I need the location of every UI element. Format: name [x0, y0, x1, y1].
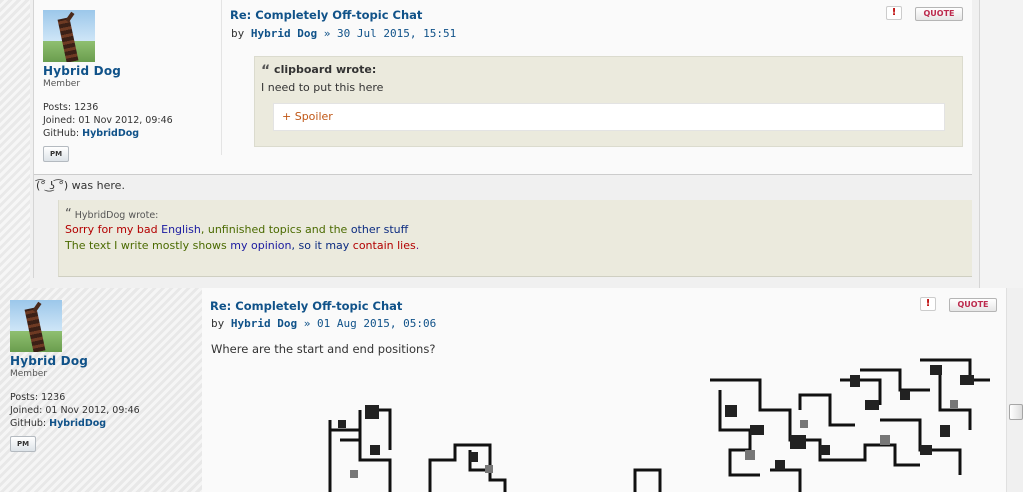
by-label: by: [231, 27, 245, 40]
joined-label: Joined:: [10, 405, 43, 416]
posts-label: Posts:: [43, 102, 72, 113]
quote-block: “ clipboard wrote: I need to put this he…: [254, 56, 963, 147]
post-1-title[interactable]: Re: Completely Off-topic Chat: [230, 8, 422, 22]
meta-separator: »: [303, 317, 311, 330]
profile-info: Posts: 1236 Joined: 01 Nov 2012, 09:46 G…: [10, 391, 140, 430]
posts-count: 1236: [74, 102, 99, 113]
quote-author: clipboard wrote:: [274, 63, 377, 76]
posts-label: Posts:: [10, 392, 39, 403]
quote-header: “ clipboard wrote:: [261, 63, 383, 79]
quote-button[interactable]: QUOTE: [949, 298, 997, 312]
signature-quote-author: HybridDog wrote:: [74, 210, 159, 221]
page-background-left: [0, 0, 30, 288]
quote-button[interactable]: QUOTE: [915, 7, 963, 21]
avatar[interactable]: [10, 300, 62, 352]
github-link[interactable]: HybridDog: [82, 128, 139, 139]
report-icon[interactable]: !: [886, 6, 902, 20]
joined-date: 01 Nov 2012, 09:46: [78, 115, 173, 126]
meta-separator: »: [323, 27, 331, 40]
github-label: GitHub:: [10, 418, 47, 429]
sig-text-part: , unfinished topics and the: [200, 223, 351, 236]
sig-link-english[interactable]: English: [161, 223, 201, 236]
sig-link-lies[interactable]: contain lies: [353, 239, 416, 252]
sig-text-part: , so it may: [291, 239, 353, 252]
quote-mark-icon: “: [261, 63, 271, 79]
profile-username[interactable]: Hybrid Dog: [43, 65, 173, 78]
spoiler-toggle[interactable]: + Spoiler: [273, 103, 945, 131]
post-1-meta: by Hybrid Dog » 30 Jul 2015, 15:51: [231, 27, 456, 40]
scrollbar[interactable]: [1006, 288, 1023, 492]
profile-divider: [221, 0, 222, 155]
pm-button[interactable]: PM: [43, 146, 69, 162]
post-date: 01 Aug 2015, 05:06: [316, 317, 437, 330]
sig-text-part: .: [415, 239, 420, 252]
joined-label: Joined:: [43, 115, 76, 126]
page-background-right: [980, 0, 1023, 288]
profile-info: Posts: 1236 Joined: 01 Nov 2012, 09:46 G…: [43, 101, 173, 140]
avatar[interactable]: [43, 10, 95, 62]
signature-line: (͡° ͜ʖ ͡°) was here.: [36, 179, 125, 192]
sig-text-part: The text I write mostly shows: [65, 239, 231, 252]
posts-count: 1236: [41, 392, 66, 403]
signature-quote: “ HybridDog wrote: Sorry for my bad Engl…: [58, 200, 972, 277]
post-author[interactable]: Hybrid Dog: [231, 317, 297, 330]
signature-line-1: Sorry for my bad English, unfinished top…: [65, 222, 419, 238]
sig-link-opinion[interactable]: my opinion: [230, 239, 291, 252]
signature-line-2: The text I write mostly shows my opinion…: [65, 238, 419, 254]
quote-mark-icon: “: [65, 207, 72, 222]
sig-text-part: Sorry for my bad: [65, 223, 162, 236]
scrollbar-thumb[interactable]: [1009, 404, 1023, 420]
signature-quote-header: “ HybridDog wrote:: [65, 207, 419, 222]
pm-button[interactable]: PM: [10, 436, 36, 452]
sig-link-other-stuff[interactable]: other stuff: [351, 223, 408, 236]
pm-icon: PM: [49, 150, 63, 158]
joined-date: 01 Nov 2012, 09:46: [45, 405, 140, 416]
post-author[interactable]: Hybrid Dog: [251, 27, 317, 40]
maze-image[interactable]: [320, 350, 1000, 492]
github-link[interactable]: HybridDog: [49, 418, 106, 429]
github-label: GitHub:: [43, 128, 80, 139]
pm-icon: PM: [16, 440, 30, 448]
signature-divider: [34, 174, 972, 175]
post-date: 30 Jul 2015, 15:51: [336, 27, 457, 40]
report-icon[interactable]: !: [920, 297, 936, 311]
post-2-title[interactable]: Re: Completely Off-topic Chat: [210, 299, 402, 313]
by-label: by: [211, 317, 225, 330]
profile-rank: Member: [10, 369, 48, 379]
post-1-profile: Hybrid Dog Member Posts: 1236 Joined: 01…: [43, 10, 173, 162]
post-2-meta: by Hybrid Dog » 01 Aug 2015, 05:06: [211, 317, 436, 330]
quote-text: I need to put this here: [261, 81, 384, 94]
page-border-right: [979, 0, 980, 288]
post-2-profile: Hybrid Dog Member Posts: 1236 Joined: 01…: [10, 300, 140, 452]
profile-username[interactable]: Hybrid Dog: [10, 355, 140, 368]
profile-rank: Member: [43, 79, 81, 89]
